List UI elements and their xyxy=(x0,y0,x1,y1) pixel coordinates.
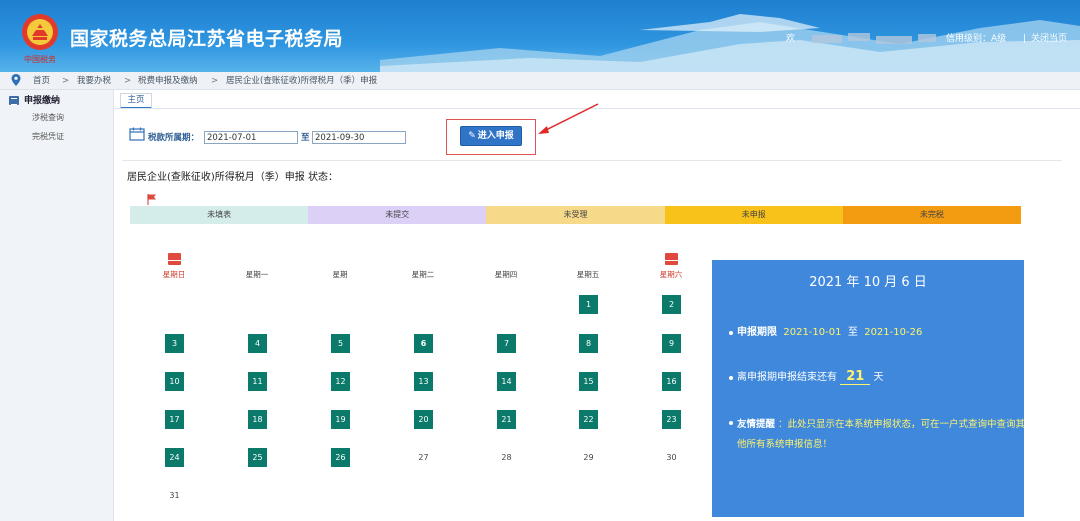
weekday-header: 星期二 xyxy=(411,270,435,279)
period-start-input[interactable] xyxy=(204,131,298,144)
header-separator: | xyxy=(1023,34,1027,44)
sidebar-heading-label: 申报缴纳 xyxy=(24,96,61,106)
status-stage: 未申报 xyxy=(664,206,843,224)
weekday-header: 星期六 xyxy=(659,270,683,279)
welcome-text: 欢 xyxy=(786,34,796,44)
calendar-day-pending[interactable]: 6 xyxy=(414,334,433,353)
status-stage: 未受理 xyxy=(486,206,665,224)
calendar-day-pending[interactable]: 2 xyxy=(662,295,681,314)
weekday-header: 星期一 xyxy=(245,270,269,279)
bullet-icon xyxy=(729,376,733,380)
calendar-day-pending[interactable]: 26 xyxy=(331,448,350,467)
calendar-day-pending[interactable]: 3 xyxy=(165,334,184,353)
calendar-day-pending[interactable]: 10 xyxy=(165,372,184,391)
sidebar-item-tax-query[interactable]: 涉税查询 xyxy=(32,112,64,124)
deadline-to: 至 xyxy=(847,327,858,338)
weekend-flag-icon xyxy=(168,253,181,265)
calendar-day-pending[interactable]: 15 xyxy=(579,372,598,391)
remaining-prefix: 离申报期申报结束还有 xyxy=(737,372,837,383)
calendar-day-pending[interactable]: 21 xyxy=(497,410,516,429)
bullet-icon xyxy=(729,331,733,335)
tab-home[interactable]: 主页 xyxy=(120,93,152,109)
pencil-icon: ✎ xyxy=(468,131,476,141)
calendar-day-pending[interactable]: 17 xyxy=(165,410,184,429)
breadcrumb-current: 居民企业(查账征收)所得税月（季）申报 xyxy=(226,76,378,86)
calendar-day-pending[interactable]: 11 xyxy=(248,372,267,391)
calendar-day[interactable]: 30 xyxy=(662,448,681,467)
calendar-day-pending[interactable]: 13 xyxy=(414,372,433,391)
status-progress-bar: 未填表 未提交 未受理 未申报 未完税 xyxy=(130,206,1022,224)
calendar-day-pending[interactable]: 23 xyxy=(662,410,681,429)
calendar-day-pending[interactable]: 20 xyxy=(414,410,433,429)
calendar-day-pending[interactable]: 19 xyxy=(331,410,350,429)
site-header: 中国税务 国家税务总局江苏省电子税务局 欢 信用级别：A级 | 关闭当页 xyxy=(0,0,1080,72)
location-pin-icon xyxy=(11,74,21,86)
annotation-arrow-icon xyxy=(538,103,599,134)
enter-declaration-button[interactable]: ✎ 进入申报 xyxy=(460,126,522,146)
calendar-day-pending[interactable]: 12 xyxy=(331,372,350,391)
calendar-day[interactable]: 27 xyxy=(414,448,433,467)
calendar-day-pending[interactable]: 8 xyxy=(579,334,598,353)
weekday-header: 星期五 xyxy=(576,270,600,279)
status-stage: 未完税 xyxy=(842,206,1022,224)
breadcrumb-declare-pay[interactable]: 税费申报及缴纳 xyxy=(138,75,198,87)
calendar-day-pending[interactable]: 7 xyxy=(497,334,516,353)
breadcrumb-separator: > xyxy=(62,76,70,86)
breadcrumb: 首页 > 我要办税 > 税费申报及缴纳 > 居民企业(查账征收)所得税月（季）申… xyxy=(0,72,1080,90)
calendar-day-pending[interactable]: 25 xyxy=(248,448,267,467)
status-stage: 未填表 xyxy=(130,206,309,224)
flag-icon xyxy=(147,194,156,205)
deadline-end: 2021-10-26 xyxy=(864,327,923,338)
breadcrumb-home[interactable]: 首页 xyxy=(33,75,50,87)
site-title: 国家税务总局江苏省电子税务局 xyxy=(70,28,344,50)
reminder-label: 友情提醒 xyxy=(737,419,776,430)
calendar-day[interactable]: 31 xyxy=(165,486,184,505)
status-title: 居民企业(查账征收)所得税月（季）申报 状态： xyxy=(127,172,338,183)
calendar-day-pending[interactable]: 1 xyxy=(579,295,598,314)
enter-declaration-label: 进入申报 xyxy=(477,131,514,141)
breadcrumb-separator: > xyxy=(211,76,219,86)
tax-emblem-icon xyxy=(22,14,58,50)
current-date: 2021 年 10 月 6 日 xyxy=(809,275,927,290)
info-panel: 2021 年 10 月 6 日 申报期限 2021-10-01 至 2021-1… xyxy=(712,260,1027,517)
calendar-day-pending[interactable]: 24 xyxy=(165,448,184,467)
breadcrumb-tax-handling[interactable]: 我要办税 xyxy=(77,75,111,87)
close-page-link[interactable]: 关闭当页 xyxy=(1031,32,1067,46)
status-stage: 未提交 xyxy=(308,206,487,224)
calendar-day-pending[interactable]: 16 xyxy=(662,372,681,391)
reminder-note: 友情提醒 ：此处只显示在本系统申报状态，可在一户式查询中查询其他所有系统申报信息… xyxy=(737,415,1027,455)
period-end-input[interactable] xyxy=(312,131,406,144)
calendar-day-pending[interactable]: 14 xyxy=(497,372,516,391)
section-divider xyxy=(122,160,1062,161)
deadline-label: 申报期限 xyxy=(737,327,777,338)
calendar-day-pending[interactable]: 22 xyxy=(579,410,598,429)
weekday-header: 星期日 xyxy=(162,270,186,279)
calendar-day-pending[interactable]: 9 xyxy=(662,334,681,353)
weekday-header: 星期四 xyxy=(494,270,518,279)
menu-list-icon xyxy=(9,96,19,105)
reminder-text: ：此处只显示在本系统申报状态，可在一户式查询中查询其他所有系统申报信息！ xyxy=(737,419,1026,450)
deadline-line: 申报期限 2021-10-01 至 2021-10-26 xyxy=(737,326,922,340)
sidebar: 申报缴纳 涉税查询 完税凭证 xyxy=(0,90,114,521)
remaining-suffix: 天 xyxy=(873,372,884,383)
weekday-header: 星期 xyxy=(332,270,348,279)
tax-period-label: 税款所属期： xyxy=(148,133,200,143)
sidebar-item-tax-certificate[interactable]: 完税凭证 xyxy=(32,131,64,143)
calendar-day[interactable]: 28 xyxy=(497,448,516,467)
calendar-day-pending[interactable]: 4 xyxy=(248,334,267,353)
weekend-flag-icon xyxy=(665,253,678,265)
redacted-username xyxy=(800,31,940,47)
calendar-day-pending[interactable]: 18 xyxy=(248,410,267,429)
calendar-day-pending[interactable]: 5 xyxy=(331,334,350,353)
remaining-line: 离申报期申报结束还有 21 天 xyxy=(737,369,884,385)
calendar-day[interactable]: 29 xyxy=(579,448,598,467)
bullet-icon xyxy=(729,421,733,425)
remaining-days: 21 xyxy=(840,369,871,385)
calendar-icon xyxy=(129,127,145,141)
deadline-start: 2021-10-01 xyxy=(783,327,842,338)
emblem-caption: 中国税务 xyxy=(24,55,56,64)
credit-rating: 信用级别：A级 xyxy=(946,34,1007,44)
to-label: 至 xyxy=(301,133,310,143)
breadcrumb-separator: > xyxy=(124,76,132,86)
